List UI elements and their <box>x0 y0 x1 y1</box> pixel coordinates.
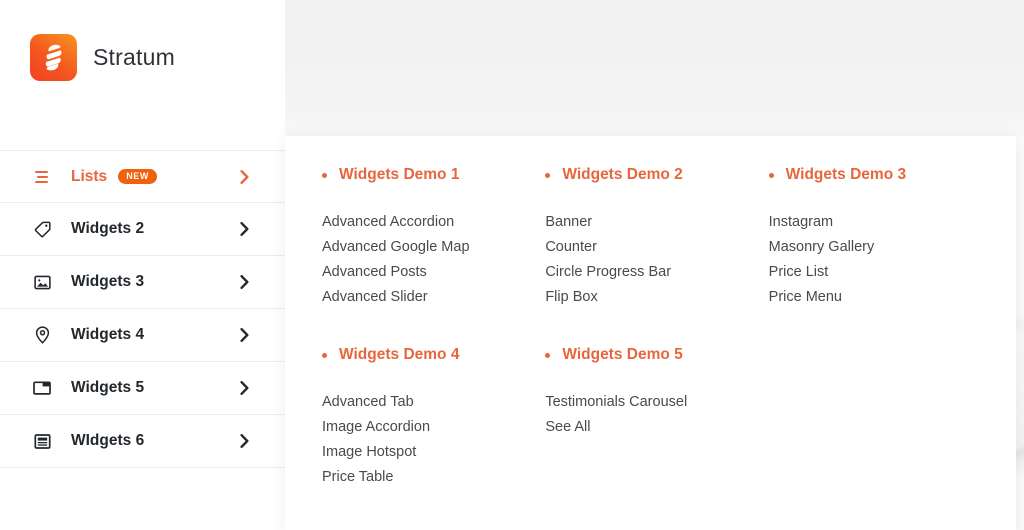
sidebar-item-widgets-6[interactable]: WIdgets 6 <box>0 415 285 468</box>
sidebar-item-lists[interactable]: Lists NEW <box>0 150 285 203</box>
mega-link[interactable]: Flip Box <box>545 285 768 310</box>
bullet-dot-icon <box>768 172 774 178</box>
chevron-right-icon[interactable] <box>240 222 249 236</box>
mega-column-heading[interactable]: Widgets Demo 3 <box>768 166 992 184</box>
sidebar-item-label: Lists <box>71 167 108 185</box>
mega-column-links: Banner Counter Circle Progress Bar Flip … <box>545 210 768 310</box>
mega-column-heading[interactable]: Widgets Demo 1 <box>322 166 545 184</box>
mega-link[interactable]: Advanced Google Map <box>322 235 545 260</box>
map-pin-icon <box>33 326 51 344</box>
chevron-right-icon[interactable] <box>240 434 249 448</box>
mega-column-empty <box>769 346 992 490</box>
mega-column-title: Widgets Demo 4 <box>339 346 460 363</box>
mega-column-links: Advanced Accordion Advanced Google Map A… <box>322 210 545 310</box>
sidebar-item-widgets-5[interactable]: Widgets 5 <box>0 362 285 415</box>
mega-link[interactable]: Testimonials Carousel <box>545 390 768 415</box>
image-icon <box>33 273 51 291</box>
mega-link[interactable]: Advanced Accordion <box>322 210 545 235</box>
bullet-dot-icon <box>322 352 327 358</box>
mega-column-widgets-demo-4: Widgets Demo 4 Advanced Tab Image Accord… <box>322 346 545 490</box>
mega-link[interactable]: Price List <box>769 260 992 285</box>
chevron-right-icon[interactable] <box>240 381 249 395</box>
mega-link[interactable]: Banner <box>545 210 768 235</box>
sidebar: Stratum Lists NEW Widgets 2 Widgets 3 Wi… <box>0 0 285 530</box>
mega-link[interactable]: Advanced Posts <box>322 260 545 285</box>
sidebar-item-label: Widgets 4 <box>71 326 145 343</box>
mega-column-title: Widgets Demo 3 <box>785 166 907 183</box>
stratum-layers-logo-icon <box>30 34 77 81</box>
mega-column-title: Widgets Demo 1 <box>339 166 460 183</box>
page-header-area <box>285 0 1024 136</box>
mega-column-title: Widgets Demo 5 <box>562 346 683 363</box>
mega-link[interactable]: Masonry Gallery <box>769 235 992 260</box>
mega-link[interactable]: Circle Progress Bar <box>545 260 768 285</box>
chevron-right-icon[interactable] <box>240 328 249 342</box>
tag-icon <box>33 220 51 238</box>
mega-column-title: Widgets Demo 2 <box>562 166 683 183</box>
mega-column-links: Instagram Masonry Gallery Price List Pri… <box>769 210 992 310</box>
mega-link[interactable]: Instagram <box>769 210 992 235</box>
list-lines-icon <box>33 168 51 186</box>
chevron-right-icon[interactable] <box>240 275 249 289</box>
brand-logo[interactable]: Stratum <box>30 34 175 81</box>
mega-column-widgets-demo-1: Widgets Demo 1 Advanced Accordion Advanc… <box>322 166 545 310</box>
mega-link[interactable]: Advanced Slider <box>322 285 545 310</box>
article-block-icon <box>33 432 51 450</box>
browser-window-icon <box>33 379 51 397</box>
brand-name: Stratum <box>93 44 175 70</box>
mega-column-widgets-demo-2: Widgets Demo 2 Banner Counter Circle Pro… <box>545 166 768 310</box>
mega-link[interactable]: Price Menu <box>769 285 992 310</box>
bullet-dot-icon <box>322 172 327 178</box>
new-badge: NEW <box>118 169 157 184</box>
mega-menu-panel: Widgets Demo 1 Advanced Accordion Advanc… <box>285 136 1016 530</box>
mega-link[interactable]: Counter <box>545 235 768 260</box>
mega-link[interactable]: Image Hotspot <box>322 440 545 465</box>
mega-column-links: Advanced Tab Image Accordion Image Hotsp… <box>322 390 545 490</box>
bullet-dot-icon <box>545 172 551 178</box>
sidebar-item-widgets-2[interactable]: Widgets 2 <box>0 203 285 256</box>
mega-link[interactable]: Advanced Tab <box>322 390 545 415</box>
sidebar-nav: Lists NEW Widgets 2 Widgets 3 Widgets 4 … <box>0 150 285 468</box>
mega-column-widgets-demo-5: Widgets Demo 5 Testimonials Carousel See… <box>545 346 768 490</box>
mega-column-heading[interactable]: Widgets Demo 4 <box>322 346 545 364</box>
mega-link[interactable]: Price Table <box>322 465 545 490</box>
sidebar-item-label: Widgets 5 <box>71 379 145 396</box>
mega-column-heading[interactable]: Widgets Demo 5 <box>545 346 768 364</box>
sidebar-item-label: Widgets 3 <box>71 273 145 290</box>
mega-link[interactable]: See All <box>545 415 768 440</box>
sidebar-item-widgets-4[interactable]: Widgets 4 <box>0 309 285 362</box>
bullet-dot-icon <box>545 352 551 358</box>
mega-column-widgets-demo-3: Widgets Demo 3 Instagram Masonry Gallery… <box>768 166 992 310</box>
mega-menu-row-1: Widgets Demo 1 Advanced Accordion Advanc… <box>322 166 992 310</box>
sidebar-item-label: Widgets 2 <box>71 220 145 237</box>
sidebar-item-label: WIdgets 6 <box>71 432 145 449</box>
sidebar-item-widgets-3[interactable]: Widgets 3 <box>0 256 285 309</box>
mega-column-links: Testimonials Carousel See All <box>545 390 768 440</box>
mega-link[interactable]: Image Accordion <box>322 415 545 440</box>
mega-menu-row-2: Widgets Demo 4 Advanced Tab Image Accord… <box>322 346 992 490</box>
mega-column-heading[interactable]: Widgets Demo 2 <box>545 166 768 184</box>
chevron-right-icon[interactable] <box>240 169 249 184</box>
